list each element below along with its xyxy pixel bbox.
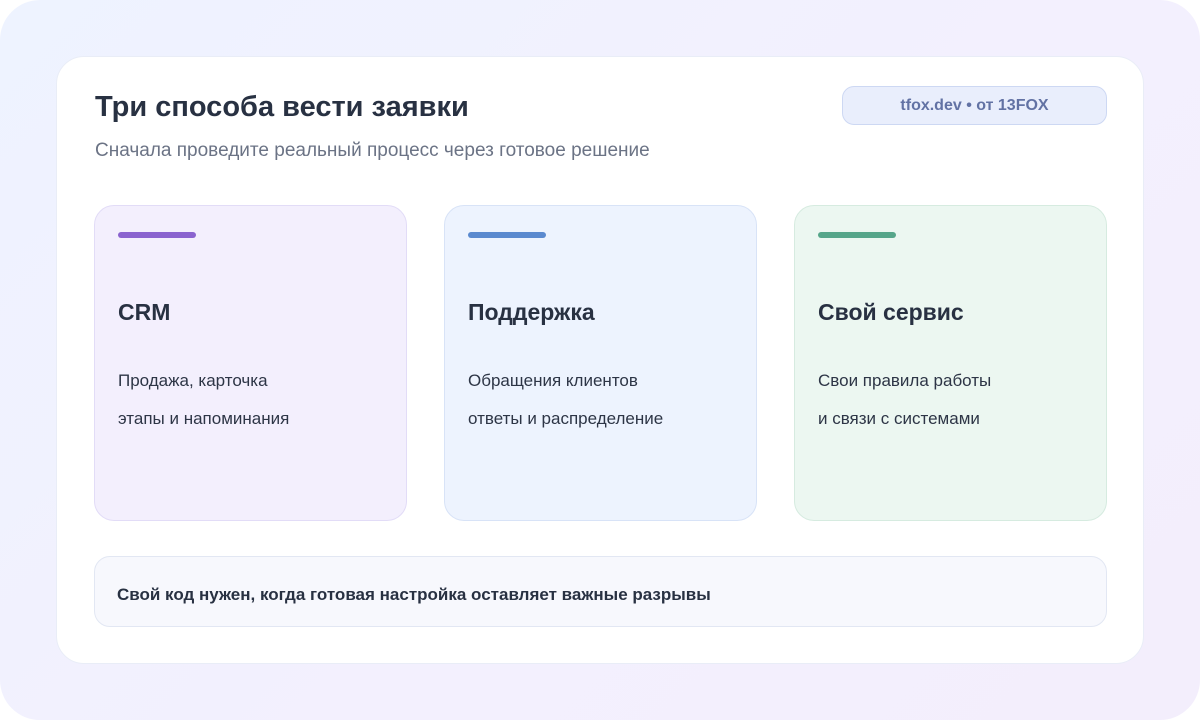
page-subtitle: Сначала проведите реальный процесс через… (95, 140, 650, 161)
card-description-line: и связи с системами (818, 409, 980, 428)
card-title: Свой сервис (818, 299, 964, 325)
card-description-line: Продажа, карточка (118, 371, 268, 390)
card-description-line: ответы и распределение (468, 409, 664, 428)
card-support: Поддержка Обращения клиентов ответы и ра… (444, 205, 757, 521)
note-text: Свой код нужен, когда готовая настройка … (117, 585, 711, 604)
card-accent-bar (468, 232, 546, 238)
card-description-line: Свои правила работы (818, 371, 992, 390)
page-background: Три способа вести заявки Сначала проведи… (0, 0, 1200, 720)
card-title: CRM (118, 299, 171, 325)
card-accent-bar (818, 232, 896, 238)
content-panel: Три способа вести заявки Сначала проведи… (56, 56, 1144, 664)
card-accent-bar (118, 232, 196, 238)
brand-badge: tfox.dev • от 13FOX (842, 86, 1107, 125)
note-bar: Свой код нужен, когда готовая настройка … (94, 556, 1107, 627)
card-title: Поддержка (468, 299, 595, 325)
card-crm: CRM Продажа, карточка этапы и напоминани… (94, 205, 407, 521)
card-custom-service: Свой сервис Свои правила работы и связи … (794, 205, 1107, 521)
page-title: Три способа вести заявки (95, 91, 469, 123)
card-description-line: Обращения клиентов (468, 371, 638, 390)
card-description-line: этапы и напоминания (118, 409, 290, 428)
